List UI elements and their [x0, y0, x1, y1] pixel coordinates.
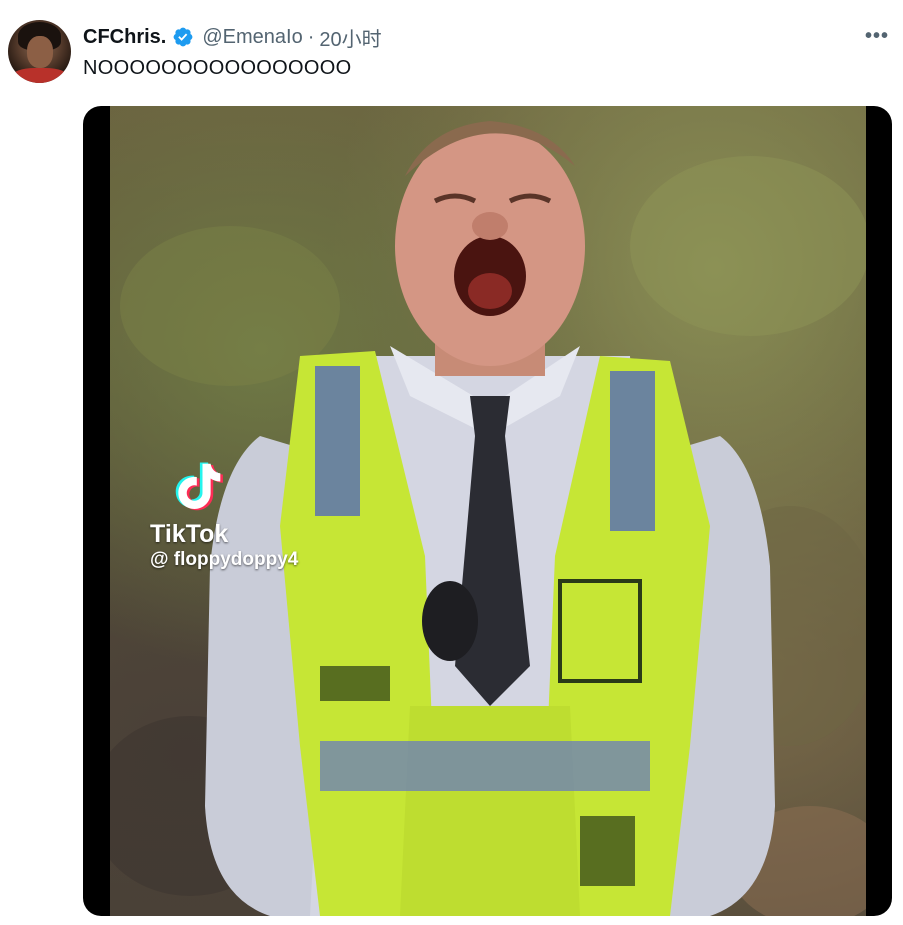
separator-dot: ·	[307, 25, 315, 48]
verified-badge-icon	[173, 27, 193, 47]
video-frame[interactable]: TikTok @ floppydoppy4	[110, 106, 866, 916]
avatar-face	[27, 36, 53, 68]
tiktok-logo-icon	[175, 462, 223, 511]
avatar[interactable]	[8, 20, 71, 83]
more-options-icon[interactable]: •••	[863, 22, 891, 50]
tweet-text: NOOOOOOOOOOOOOOOO	[83, 57, 352, 79]
tweet-media[interactable]: TikTok @ floppydoppy4	[83, 106, 892, 916]
tweet-header: CFChris. @EmenaIo · 20小时	[83, 22, 382, 52]
user-handle[interactable]: @EmenaIo	[202, 26, 302, 49]
display-name[interactable]: CFChris.	[83, 26, 166, 49]
tweet-card[interactable]: CFChris. @EmenaIo · 20小时 ••• NOOOOOOOOOO…	[0, 0, 903, 925]
tiktok-username: @ floppydoppy4	[150, 549, 299, 570]
tiktok-brand-label: TikTok	[150, 520, 229, 548]
tweet-timestamp[interactable]: 20小时	[319, 23, 381, 52]
avatar-shirt	[12, 68, 68, 83]
